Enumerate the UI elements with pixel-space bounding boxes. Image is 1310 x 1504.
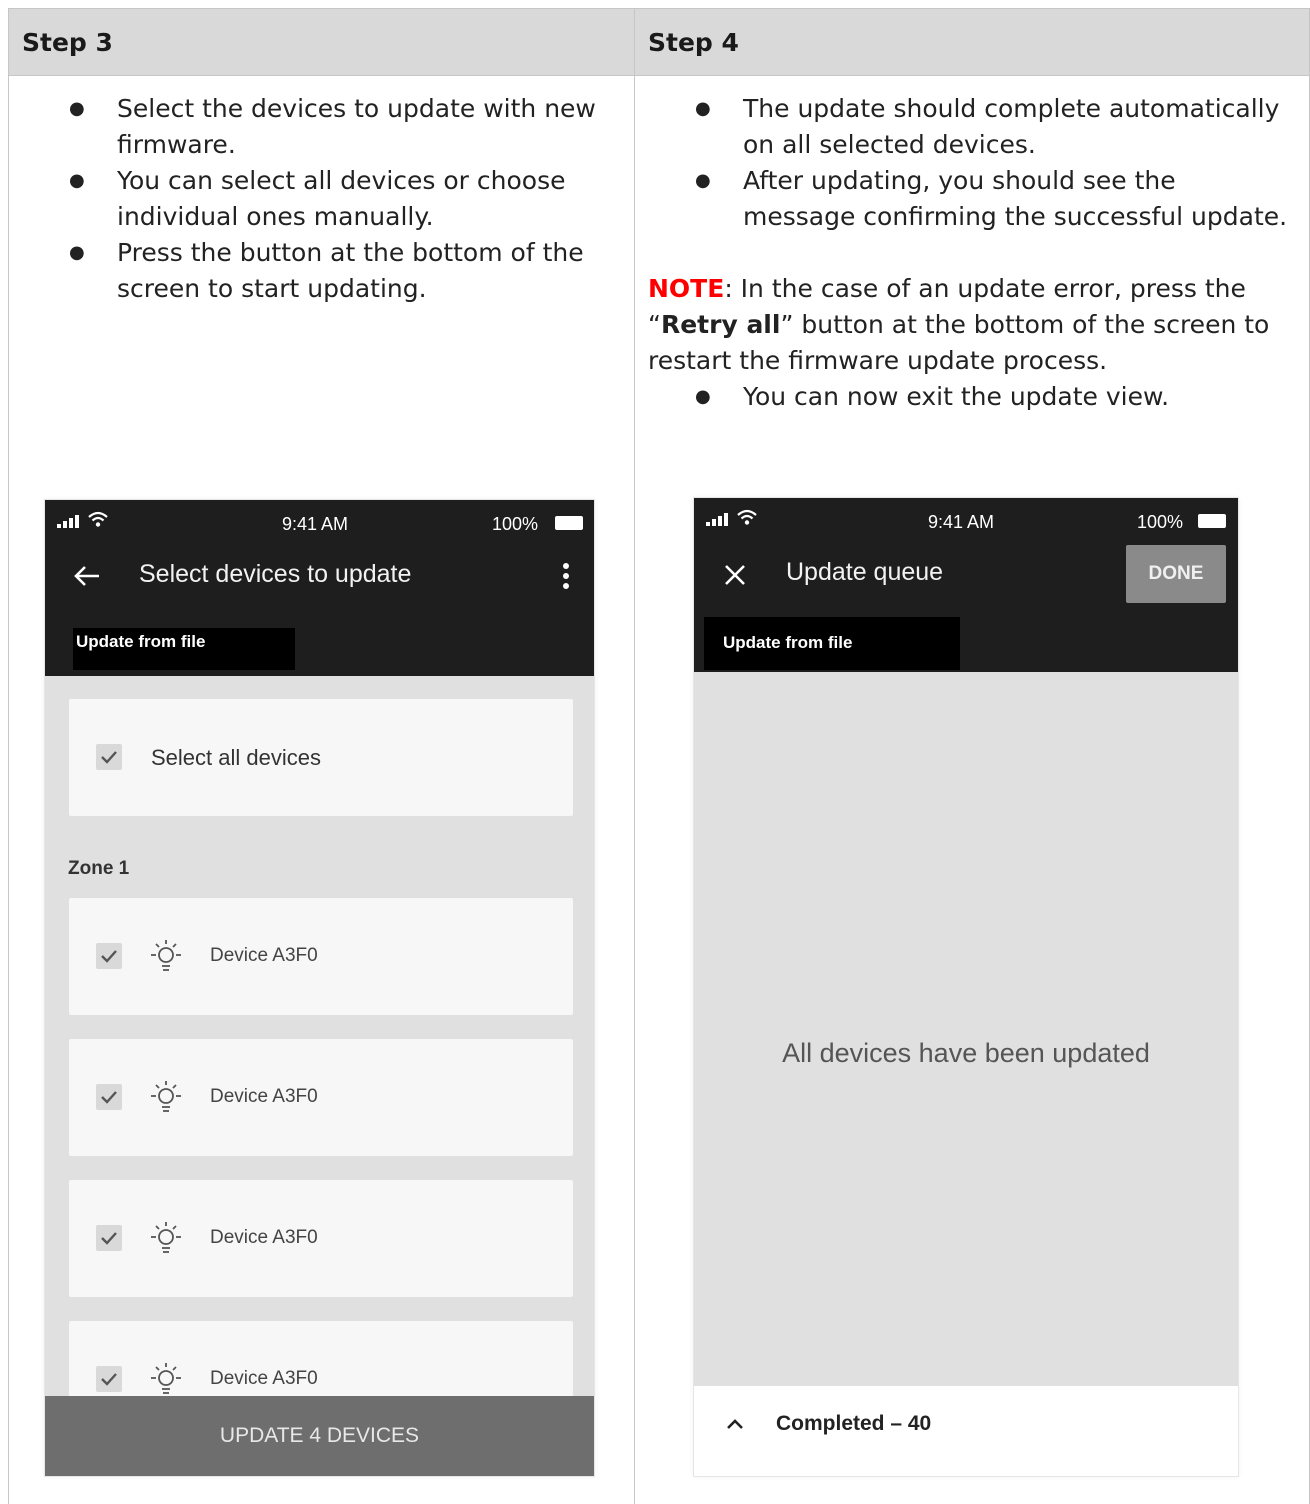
device-name: Device A3F0 bbox=[210, 1227, 318, 1248]
close-icon[interactable] bbox=[724, 564, 746, 586]
select-all-label: Select all devices bbox=[151, 745, 321, 770]
status-message: All devices have been updated bbox=[782, 1038, 1150, 1068]
device-name: Device A3F0 bbox=[210, 1368, 318, 1389]
status-time: 9:41 AM bbox=[282, 514, 349, 534]
status-time: 9:41 AM bbox=[928, 512, 995, 532]
device-checkbox[interactable] bbox=[96, 1225, 122, 1251]
check-icon bbox=[101, 1091, 117, 1104]
list-item: After updating, you should see themessag… bbox=[695, 163, 1303, 235]
arrow-left-icon[interactable] bbox=[73, 564, 101, 588]
phone-update-queue: 9:41 AM 100% Update queue DONE Update fr… bbox=[694, 498, 1238, 1476]
list-item: You can now exit the update view. bbox=[695, 379, 1303, 415]
zone-label: Zone 1 bbox=[68, 858, 130, 879]
note-paragraph: NOTE: In the case of an update error, pr… bbox=[648, 274, 1270, 375]
signal-icon bbox=[57, 514, 81, 528]
completed-label: Completed – 40 bbox=[776, 1412, 932, 1435]
device-checkbox[interactable] bbox=[96, 1084, 122, 1110]
device-name: Device A3F0 bbox=[210, 945, 318, 966]
status-battery-percent: 100% bbox=[492, 514, 539, 534]
more-vert-icon[interactable] bbox=[561, 562, 571, 590]
app-bar: 9:41 AM 100% Select devices to update Up… bbox=[45, 500, 594, 676]
list-item: Press the button at the bottom of thescr… bbox=[69, 235, 617, 307]
tab-update-from-file[interactable]: Update from file bbox=[704, 617, 960, 670]
step4-last-bullet: You can now exit the update view. bbox=[695, 379, 1303, 415]
step3-header: Step 3 bbox=[8, 8, 635, 76]
done-button[interactable]: DONE bbox=[1126, 545, 1226, 603]
device-card[interactable]: Device A3F0 bbox=[69, 1180, 573, 1297]
step4-title: Step 4 bbox=[648, 28, 739, 57]
wifi-icon bbox=[737, 509, 757, 525]
step4-header: Step 4 bbox=[634, 8, 1310, 76]
device-card[interactable]: Device A3F0 bbox=[69, 1039, 573, 1156]
list-item: The update should complete automatically… bbox=[695, 91, 1303, 163]
page-title: Select devices to update bbox=[139, 560, 412, 588]
chevron-up-icon[interactable] bbox=[726, 1418, 744, 1430]
device-checkbox[interactable] bbox=[96, 1366, 122, 1392]
phone-select-devices: 9:41 AM 100% Select devices to update Up… bbox=[45, 500, 594, 1476]
tab-update-from-file[interactable]: Update from file bbox=[73, 628, 295, 670]
battery-icon bbox=[1198, 514, 1226, 528]
app-bar: 9:41 AM 100% Update queue DONE Update fr… bbox=[694, 498, 1238, 672]
check-icon bbox=[101, 950, 117, 963]
list-item: Select the devices to update with newfir… bbox=[69, 91, 617, 163]
device-name: Device A3F0 bbox=[210, 1086, 318, 1107]
signal-icon bbox=[706, 512, 730, 526]
page-title: Update queue bbox=[786, 558, 944, 586]
wifi-icon bbox=[88, 511, 108, 527]
battery-icon bbox=[555, 516, 583, 530]
device-card[interactable]: Device A3F0 bbox=[69, 898, 573, 1015]
select-all-card[interactable]: Select all devices bbox=[69, 699, 573, 816]
device-checkbox[interactable] bbox=[96, 943, 122, 969]
select-all-checkbox[interactable] bbox=[96, 744, 122, 770]
check-icon bbox=[101, 1232, 117, 1245]
lightbulb-icon bbox=[151, 1222, 181, 1253]
lightbulb-icon bbox=[151, 1081, 181, 1112]
status-battery-percent: 100% bbox=[1137, 512, 1184, 532]
check-icon bbox=[101, 751, 117, 764]
check-icon bbox=[101, 1373, 117, 1386]
list-item: You can select all devices or chooseindi… bbox=[69, 163, 617, 235]
completed-bar[interactable]: Completed – 40 bbox=[694, 1386, 1238, 1476]
step3-title: Step 3 bbox=[22, 28, 113, 57]
update-devices-button[interactable]: UPDATE 4 DEVICES bbox=[45, 1396, 594, 1476]
note-label: NOTE bbox=[648, 274, 725, 303]
retry-all-label: Retry all bbox=[660, 310, 781, 339]
lightbulb-icon bbox=[151, 1363, 181, 1394]
lightbulb-icon bbox=[151, 940, 181, 971]
step3-bullets: Select the devices to update with newfir… bbox=[69, 91, 617, 307]
step4-bullets: The update should complete automatically… bbox=[695, 91, 1303, 235]
